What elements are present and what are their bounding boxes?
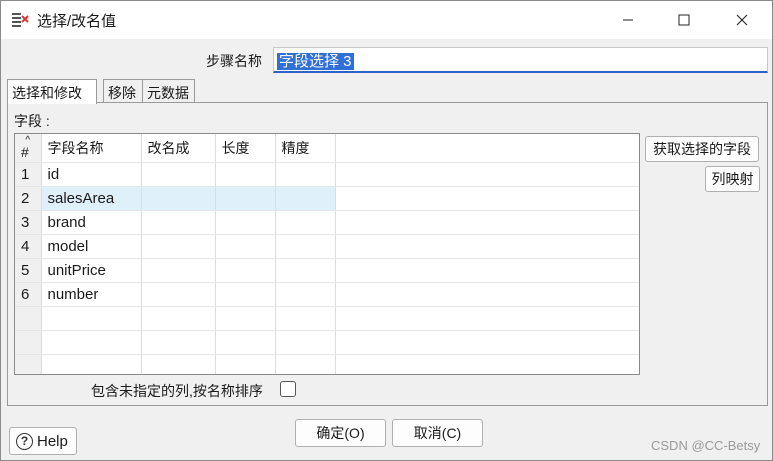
cell-empty — [41, 354, 142, 374]
tab-metadata[interactable]: 元数据 — [142, 79, 195, 103]
cell-rename[interactable] — [141, 234, 216, 259]
table-header-row: ^ # 字段名称 改名成 长度 精度 — [15, 134, 639, 163]
row-number-empty — [15, 306, 42, 331]
minimize-icon — [623, 19, 633, 21]
table-row[interactable]: 4 model — [15, 234, 639, 259]
cell-empty — [141, 354, 216, 374]
cell-precision[interactable] — [275, 234, 336, 259]
table-empty-row — [15, 354, 639, 374]
column-header-filler — [335, 134, 639, 163]
cell-rename[interactable] — [141, 162, 216, 187]
help-label: Help — [37, 432, 68, 450]
help-icon: ? — [16, 432, 33, 450]
maximize-icon — [678, 14, 690, 26]
fields-table[interactable]: ^ # 字段名称 改名成 长度 精度 1 id 2 salesArea 3 br… — [14, 133, 640, 375]
include-unspecified-checkbox[interactable] — [280, 381, 296, 397]
help-button[interactable]: ? Help — [9, 427, 77, 455]
title-bar: 选择/改名值 — [1, 1, 772, 39]
row-number: 4 — [15, 234, 42, 259]
row-filler — [335, 330, 639, 355]
close-button[interactable] — [719, 1, 765, 39]
column-header-index[interactable]: ^ # — [15, 134, 42, 163]
row-filler — [335, 282, 639, 307]
ok-button[interactable]: 确定(O) — [295, 419, 386, 447]
cell-rename[interactable] — [141, 186, 216, 211]
include-unspecified-label: 包含未指定的列,按名称排序 — [91, 383, 263, 399]
table-empty-row — [15, 330, 639, 355]
fields-label: 字段 : — [14, 113, 50, 129]
step-name-input[interactable]: 字段选择 3 — [273, 47, 768, 73]
table-row[interactable]: 3 brand — [15, 210, 639, 235]
watermark: CSDN @CC-Betsy — [651, 438, 761, 453]
cell-rename[interactable] — [141, 282, 216, 307]
table-row[interactable]: 2 salesArea — [15, 186, 639, 211]
cell-field-name[interactable]: salesArea — [41, 186, 142, 211]
cell-empty — [141, 306, 216, 331]
cell-precision[interactable] — [275, 282, 336, 307]
cell-field-name[interactable]: brand — [41, 210, 142, 235]
cell-length[interactable] — [215, 282, 276, 307]
cell-empty — [41, 306, 142, 331]
cell-empty — [215, 354, 276, 374]
row-number-empty — [15, 354, 42, 374]
row-number-empty — [15, 330, 42, 355]
cell-length[interactable] — [215, 258, 276, 283]
row-filler — [335, 210, 639, 235]
row-number: 5 — [15, 258, 42, 283]
step-name-value: 字段选择 3 — [277, 53, 354, 70]
cell-rename[interactable] — [141, 258, 216, 283]
cell-empty — [141, 330, 216, 355]
cell-empty — [215, 330, 276, 355]
table-row[interactable]: 6 number — [15, 282, 639, 307]
cell-length[interactable] — [215, 234, 276, 259]
get-selected-fields-button[interactable]: 获取选择的字段 — [645, 136, 759, 162]
row-filler — [335, 234, 639, 259]
cell-precision[interactable] — [275, 258, 336, 283]
window-title: 选择/改名值 — [37, 13, 117, 30]
row-number: 2 — [15, 186, 42, 211]
cancel-button[interactable]: 取消(C) — [392, 419, 483, 447]
cell-rename[interactable] — [141, 210, 216, 235]
maximize-button[interactable] — [661, 1, 707, 39]
table-empty-row — [15, 306, 639, 331]
cell-precision[interactable] — [275, 186, 336, 211]
tab-select-modify[interactable]: 选择和修改 — [7, 79, 97, 104]
cell-field-name[interactable]: id — [41, 162, 142, 187]
row-filler — [335, 186, 639, 211]
column-header-precision[interactable]: 精度 — [275, 134, 336, 163]
row-filler — [335, 354, 639, 374]
tab-remove[interactable]: 移除 — [103, 79, 143, 103]
row-filler — [335, 258, 639, 283]
cell-empty — [275, 330, 336, 355]
step-name-label: 步骤名称 — [206, 53, 262, 69]
row-number: 6 — [15, 282, 42, 307]
cell-field-name[interactable]: unitPrice — [41, 258, 142, 283]
cell-empty — [275, 354, 336, 374]
close-icon — [736, 14, 748, 26]
table-row[interactable]: 5 unitPrice — [15, 258, 639, 283]
minimize-button[interactable] — [605, 1, 651, 39]
row-filler — [335, 306, 639, 331]
cell-field-name[interactable]: model — [41, 234, 142, 259]
table-row[interactable]: 1 id — [15, 162, 639, 187]
column-header-rename[interactable]: 改名成 — [141, 134, 216, 163]
column-mapping-button[interactable]: 列映射 — [705, 166, 760, 192]
row-number: 1 — [15, 162, 42, 187]
cell-precision[interactable] — [275, 162, 336, 187]
cell-length[interactable] — [215, 162, 276, 187]
column-header-length[interactable]: 长度 — [215, 134, 276, 163]
cell-empty — [215, 306, 276, 331]
cell-precision[interactable] — [275, 210, 336, 235]
dialog-window: 选择/改名值 步骤名称 字段选择 3 选择和修改 移除 元数据 字段 : ^ #… — [0, 0, 773, 461]
cell-length[interactable] — [215, 210, 276, 235]
row-filler — [335, 162, 639, 187]
cell-length[interactable] — [215, 186, 276, 211]
cell-empty — [41, 330, 142, 355]
cell-empty — [275, 306, 336, 331]
select-rename-icon — [11, 11, 29, 29]
column-header-field-name[interactable]: 字段名称 — [41, 134, 142, 163]
row-number: 3 — [15, 210, 42, 235]
cell-field-name[interactable]: number — [41, 282, 142, 307]
